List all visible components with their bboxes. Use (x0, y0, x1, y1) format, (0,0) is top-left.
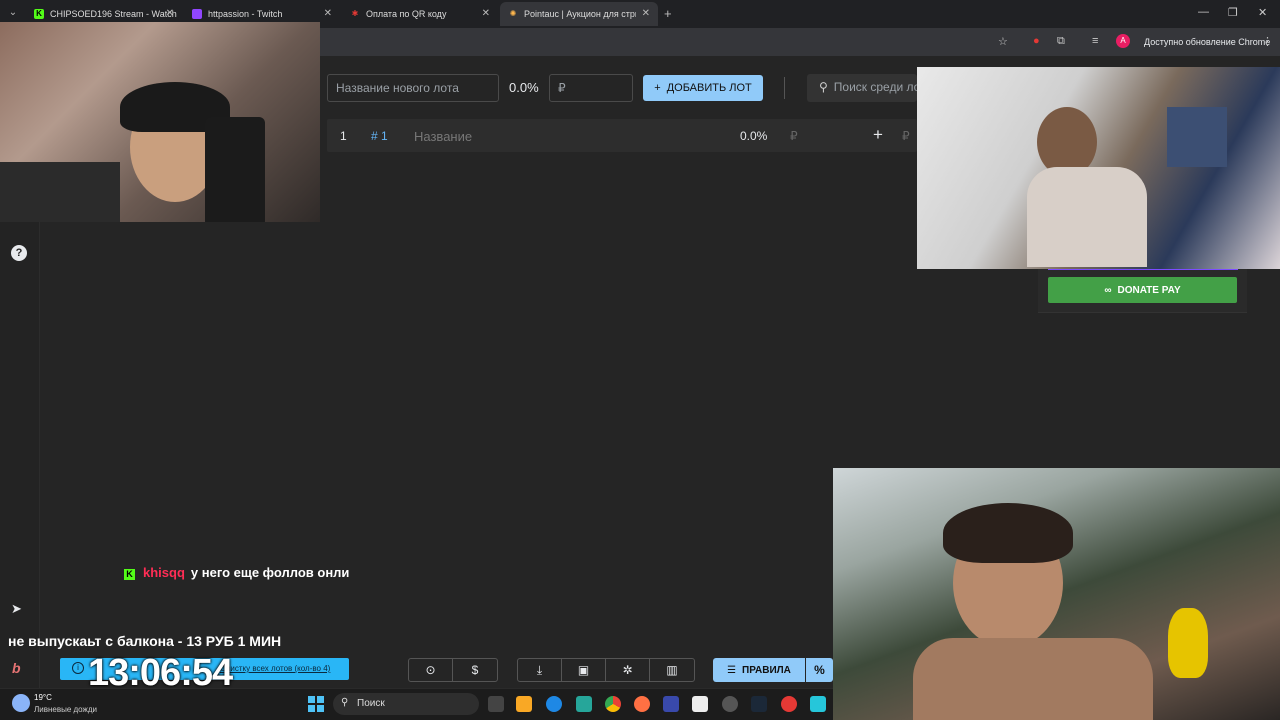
close-window-icon[interactable]: ✕ (1258, 6, 1267, 19)
lot-rank: 1 (340, 129, 347, 143)
app4-icon[interactable] (810, 696, 826, 712)
donatepay-logo-icon: ∞ (1104, 284, 1112, 296)
lot-row-percent: 0.0% (740, 129, 768, 143)
person-hair (943, 503, 1073, 563)
shelf (1167, 107, 1227, 167)
tab-search-icon[interactable]: ⌄ (4, 4, 22, 22)
tab-title: CHIPSOED196 Stream - Watch (50, 9, 177, 19)
close-icon[interactable]: ✕ (166, 8, 174, 19)
steam-icon[interactable] (751, 696, 767, 712)
lot-id: # 1 (371, 129, 388, 143)
action-button-group: ⤓ ▣ ✲ ▥ (517, 658, 695, 682)
lot-name-input[interactable]: Название (414, 129, 472, 144)
dollar-icon[interactable]: $ (453, 659, 497, 681)
bug-icon[interactable]: ✲ (606, 659, 650, 681)
lot-row: 1 # 1 Название 0.0% ₽ + ₽ (327, 119, 917, 152)
stats-icon[interactable] (663, 696, 679, 712)
media-icon[interactable]: ≡ (1092, 35, 1098, 47)
search-icon: ⚲ (341, 697, 349, 708)
maximize-icon[interactable]: ❐ (1228, 6, 1238, 19)
star-icon[interactable]: ☆ (998, 35, 1008, 48)
close-icon[interactable]: ✕ (324, 8, 332, 19)
qr-site-icon: ✱ (351, 9, 359, 18)
donation-alert: не выпускаьт с балкона - 13 РУБ 1 МИН (8, 633, 282, 649)
plus-icon: + (654, 82, 661, 94)
lot-price-input[interactable]: ₽ (549, 74, 633, 102)
app3-icon[interactable] (692, 696, 708, 712)
chrome-update-button[interactable]: Доступно обновление Chrome (1140, 34, 1274, 50)
twitch-icon (192, 9, 202, 19)
obs-icon[interactable] (722, 696, 738, 712)
weather-desc: Ливневые дожди (34, 705, 98, 714)
add-lot-button[interactable]: + ДОБАВИТЬ ЛОТ (643, 75, 763, 101)
chrome-icon[interactable] (605, 696, 621, 712)
tab-qr-payment[interactable]: ✱ Оплата по QR коду ✕ (342, 2, 498, 26)
desk (0, 162, 120, 222)
app-icon[interactable] (576, 696, 592, 712)
webcam-overlay-bottom-right (833, 468, 1280, 720)
download-icon[interactable]: ⤓ (518, 659, 562, 681)
lot-row-price-input[interactable]: ₽ (790, 129, 798, 143)
edge-icon[interactable] (546, 696, 562, 712)
b-logo-icon: b (12, 660, 21, 676)
profile-icon[interactable]: A (1116, 34, 1130, 48)
taskbar-search-label: Поиск (357, 698, 385, 709)
lot-search-input[interactable]: ⚲ Поиск среди лотов (807, 74, 917, 102)
github-icon[interactable]: ⊙ (409, 659, 453, 681)
rules-label: ПРАВИЛА (742, 664, 791, 676)
lot-row-extra-input[interactable]: ₽ (902, 129, 910, 143)
windows-start-icon[interactable] (308, 696, 324, 712)
clear-icon[interactable]: ▥ (650, 659, 694, 681)
percent-button[interactable]: % (806, 658, 833, 682)
search-placeholder: Поиск среди лотов (833, 80, 917, 94)
lot-percent: 0.0% (509, 80, 539, 95)
add-lot-label: ДОБАВИТЬ ЛОТ (666, 82, 752, 94)
chat-text: у него еще фоллов онли (190, 565, 350, 580)
add-amount-button[interactable]: + (873, 125, 883, 145)
webcam-overlay-left (0, 22, 320, 222)
person-body (1027, 167, 1147, 267)
info-icon: i (72, 662, 84, 674)
tab-pointauc[interactable]: ✺ Pointauc | Аукцион для стримера ✕ (500, 2, 658, 26)
puzzle-icon[interactable]: ⧉ (1057, 35, 1065, 48)
chat-username: khisqq (143, 565, 185, 580)
phone (205, 117, 265, 222)
save-icon[interactable]: ▣ (562, 659, 606, 681)
extension-icon[interactable]: ● (1033, 35, 1040, 47)
rules-button[interactable]: ☰ ПРАВИЛА (713, 658, 805, 682)
divider (784, 77, 785, 99)
search-icon: ⚲ (819, 80, 828, 94)
tab-title: httpassion - Twitch (208, 9, 283, 19)
task-view-icon[interactable] (488, 696, 504, 712)
tab-title: Pointauc | Аукцион для стримера (524, 9, 636, 19)
new-tab-button[interactable]: + (664, 6, 672, 21)
new-lot-name-input[interactable]: Название нового лота (327, 74, 499, 102)
kick-icon: K (34, 9, 44, 19)
explorer-icon[interactable] (516, 696, 532, 712)
telegram-icon[interactable]: ➤ (11, 601, 27, 617)
close-icon[interactable]: ✕ (482, 8, 490, 19)
help-icon[interactable]: ? (11, 245, 27, 261)
kick-icon: K (124, 569, 135, 580)
pointauc-icon: ✺ (509, 9, 517, 18)
app2-icon[interactable] (634, 696, 650, 712)
donate-pay-button[interactable]: ∞ DONATE PAY (1048, 277, 1237, 303)
yandex-icon[interactable] (781, 696, 797, 712)
link-button-group: ⊙ $ (408, 658, 498, 682)
weather-icon[interactable] (12, 694, 30, 712)
tab-title: Оплата по QR коду (366, 9, 447, 19)
weather-temp: 19°C (34, 693, 52, 702)
person-body (913, 638, 1153, 720)
taskbar-search[interactable]: ⚲ Поиск (333, 693, 479, 715)
donate-label: DONATE PAY (1117, 284, 1181, 296)
menu-icon[interactable]: ⋮ (1262, 35, 1273, 48)
list-icon: ☰ (727, 664, 737, 676)
yellow-vase (1168, 608, 1208, 678)
minimize-icon[interactable]: — (1198, 6, 1209, 18)
chat-message: Kkhisqq у него еще фоллов онли (124, 565, 349, 580)
webcam-overlay-top-right (917, 67, 1280, 269)
close-icon[interactable]: ✕ (642, 8, 650, 19)
